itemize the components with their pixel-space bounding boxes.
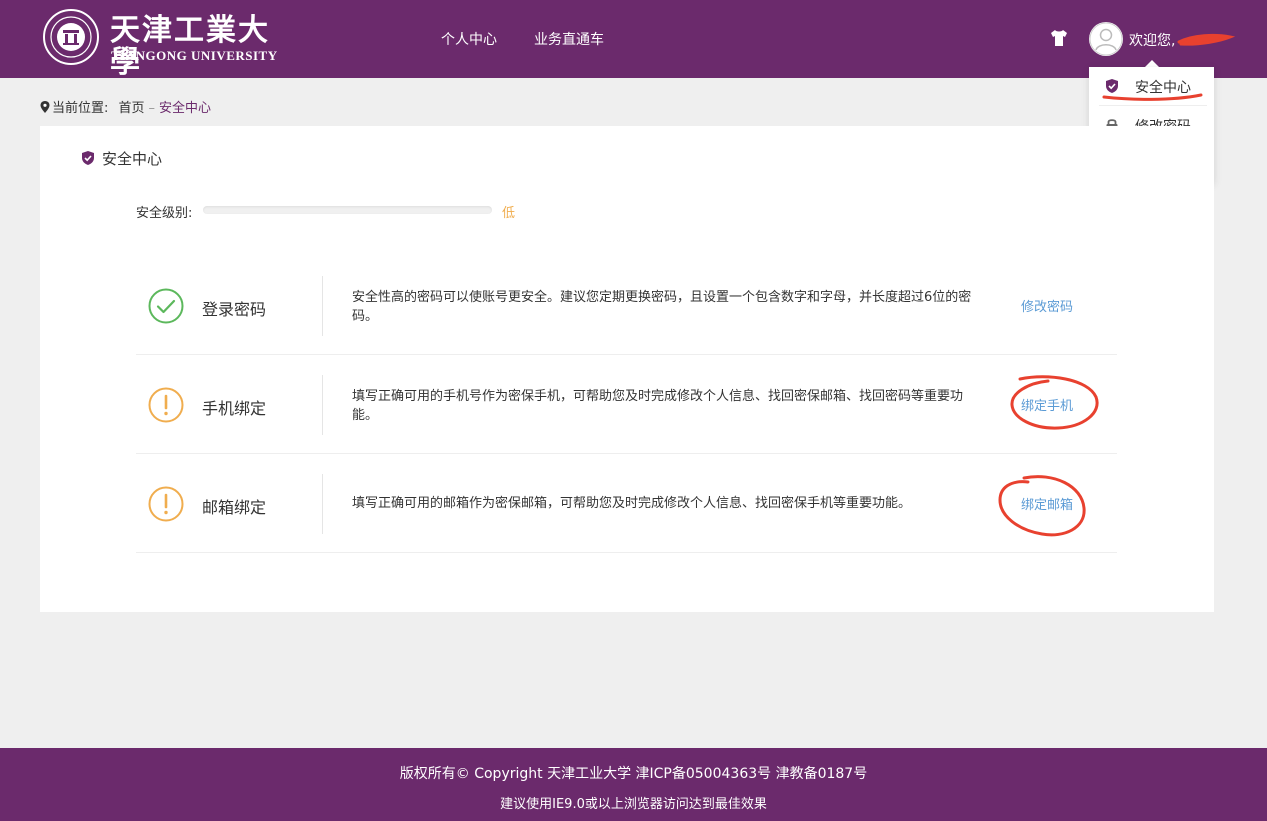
welcome-text[interactable]: 欢迎您, — [1129, 30, 1175, 50]
security-center-panel: 安全中心 安全级别: 低 登录密码 安全性高的密码可以使账号更安全。建议您定期更… — [40, 126, 1214, 612]
breadcrumb: 当前位置: 首页 – 安全中心 — [40, 97, 211, 116]
security-item-email-binding: 邮箱绑定 填写正确可用的邮箱作为密保邮箱，可帮助您及时完成修改个人信息、找回密保… — [136, 454, 1117, 553]
check-circle-icon — [148, 288, 184, 324]
nav-business-express[interactable]: 业务直通车 — [534, 29, 604, 49]
redacted-username-scribble — [1177, 33, 1235, 46]
footer-browser-tip: 建议使用IE9.0或以上浏览器访问达到最佳效果 — [500, 797, 767, 812]
red-circle-annotation — [1010, 375, 1099, 430]
security-item-title: 邮箱绑定 — [202, 498, 267, 517]
row-divider — [322, 474, 323, 534]
security-item-login-password: 登录密码 安全性高的密码可以使账号更安全。建议您定期更换密码，且设置一个包含数字… — [136, 256, 1117, 355]
row-divider — [322, 375, 323, 435]
security-item-phone-binding: 手机绑定 填写正确可用的手机号作为密保手机，可帮助您及时完成修改个人信息、找回密… — [136, 355, 1117, 454]
university-seal-icon — [43, 9, 99, 65]
security-item-title: 手机绑定 — [202, 399, 267, 418]
panel-title: 安全中心 — [102, 150, 163, 168]
location-pin-icon — [40, 101, 50, 113]
logo-chinese-name: 天津工業大學 — [110, 13, 270, 80]
warning-circle-icon — [148, 486, 184, 522]
footer-copyright: 版权所有© Copyright 天津工业大学 津ICP备05004363号 津教… — [399, 766, 868, 782]
security-item-title: 登录密码 — [202, 300, 267, 319]
security-item-description: 安全性高的密码可以使账号更安全。建议您定期更换密码，且设置一个包含数字和字母，并… — [352, 290, 972, 324]
row-divider — [322, 276, 323, 336]
logo-english-name: TIANGONG UNIVERSITY — [111, 48, 278, 63]
security-level-value: 低 — [502, 206, 516, 221]
security-level-label: 安全级别: — [136, 206, 193, 221]
nav-personal-center[interactable]: 个人中心 — [441, 29, 497, 49]
breadcrumb-current: 安全中心 — [159, 101, 212, 116]
university-logo[interactable]: 天津工業大學 TIANGONG UNIVERSITY — [42, 8, 282, 79]
top-header: 天津工業大學 TIANGONG UNIVERSITY 个人中心 业务直通车 欢迎… — [0, 0, 1267, 79]
theme-shirt-icon[interactable] — [1048, 27, 1070, 49]
page-footer: 版权所有© Copyright 天津工业大学 津ICP备05004363号 津教… — [0, 748, 1267, 821]
red-underline-annotation — [1102, 93, 1203, 101]
security-item-description: 填写正确可用的邮箱作为密保邮箱，可帮助您及时完成修改个人信息、找回密保手机等重要… — [352, 496, 912, 511]
user-avatar[interactable] — [1089, 22, 1123, 56]
shield-check-icon — [82, 151, 94, 165]
change-password-link[interactable]: 修改密码 — [1021, 296, 1073, 315]
breadcrumb-home[interactable]: 首页 — [119, 101, 145, 116]
warning-circle-icon — [148, 387, 184, 423]
security-level-bar — [203, 206, 492, 214]
security-item-description: 填写正确可用的手机号作为密保手机，可帮助您及时完成修改个人信息、找回密保邮箱、找… — [352, 389, 964, 423]
red-circle-annotation — [998, 475, 1086, 537]
user-avatar-icon — [1089, 22, 1123, 56]
breadcrumb-prefix: 当前位置: — [52, 101, 109, 116]
breadcrumb-separator: – — [148, 101, 156, 116]
